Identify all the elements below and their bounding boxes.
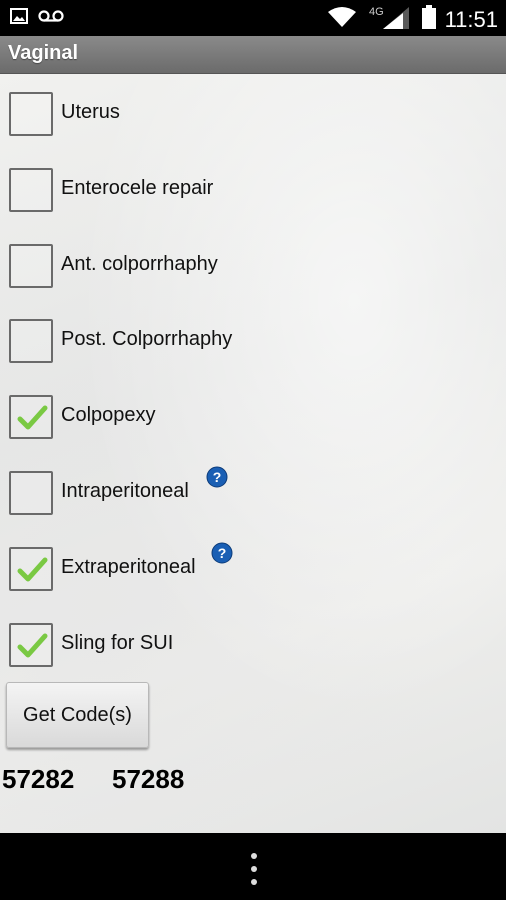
checkbox-checked[interactable] — [9, 623, 53, 667]
option-colpopexy[interactable]: Colpopexy — [9, 395, 489, 441]
battery-icon — [421, 4, 437, 35]
clock: 11:51 — [444, 6, 498, 32]
checkmark-icon — [17, 557, 48, 582]
option-label: Extraperitoneal — [61, 556, 196, 578]
signal-icon: 4G — [365, 4, 413, 35]
option-label: Uterus — [61, 101, 120, 123]
option-label: Intraperitoneal — [61, 480, 189, 502]
option-uterus[interactable]: Uterus — [9, 92, 489, 138]
option-ant-colporrhaphy[interactable]: Ant. colporrhaphy — [9, 244, 489, 290]
checkbox[interactable] — [9, 92, 53, 136]
code-value: 57288 — [112, 764, 185, 794]
page-title: Vaginal — [8, 42, 79, 64]
option-label: Post. Colporrhaphy — [61, 328, 233, 350]
navigation-bar — [0, 833, 506, 900]
option-post-colporrhaphy[interactable]: Post. Colporrhaphy — [9, 319, 489, 365]
option-label: Colpopexy — [61, 404, 156, 426]
svg-text:?: ? — [213, 469, 222, 485]
image-icon — [10, 8, 28, 29]
checkbox[interactable] — [9, 319, 53, 363]
overflow-menu-icon[interactable] — [249, 853, 259, 885]
title-bar: Vaginal — [0, 36, 506, 74]
wifi-icon — [327, 6, 357, 33]
checkbox-checked[interactable] — [9, 547, 53, 591]
voicemail-icon — [38, 9, 64, 28]
checkbox[interactable] — [9, 168, 53, 212]
get-codes-button[interactable]: Get Code(s) — [6, 682, 149, 748]
help-icon[interactable]: ? — [211, 542, 233, 564]
help-icon[interactable]: ? — [206, 466, 228, 488]
option-extraperitoneal[interactable]: Extraperitoneal ? — [9, 542, 489, 593]
checkbox-checked[interactable] — [9, 395, 53, 439]
checkmark-icon — [17, 633, 48, 658]
option-label: Ant. colporrhaphy — [61, 253, 218, 275]
option-label: Sling for SUI — [61, 632, 174, 654]
option-sling-for-sui[interactable]: Sling for SUI — [9, 623, 489, 669]
svg-text:?: ? — [218, 545, 227, 561]
network-label: 4G — [369, 6, 384, 18]
checkbox[interactable] — [9, 244, 53, 288]
content-area: Uterus Enterocele repair Ant. colporrhap… — [0, 74, 506, 833]
status-bar: 4G 11:51 — [0, 0, 506, 36]
option-enterocele-repair[interactable]: Enterocele repair — [9, 168, 489, 214]
option-intraperitoneal[interactable]: Intraperitoneal ? — [9, 466, 489, 517]
checkbox[interactable] — [9, 471, 53, 515]
option-label: Enterocele repair — [61, 177, 214, 199]
checkmark-icon — [17, 405, 48, 430]
code-value: 57282 — [2, 764, 75, 794]
